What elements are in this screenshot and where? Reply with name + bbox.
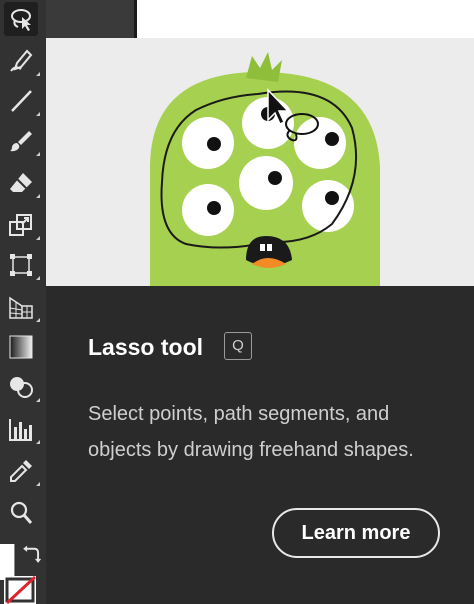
paintbrush-icon (10, 131, 32, 152)
perspective-grid-icon (9, 296, 33, 319)
zoom-icon (10, 501, 33, 524)
scale-tool-button[interactable] (4, 208, 40, 242)
submenu-indicator (36, 482, 40, 486)
tooltip-title: Lasso tool (88, 334, 204, 360)
canvas-area (137, 0, 474, 38)
paintbrush-tool-button[interactable] (4, 124, 40, 158)
submenu-indicator (36, 236, 40, 240)
free-transform-tool-button[interactable] (4, 248, 40, 282)
submenu-indicator (36, 440, 40, 444)
lasso-icon (11, 9, 31, 31)
stroke-none-icon (5, 576, 36, 604)
submenu-indicator (36, 276, 40, 280)
lasso-tool-rich-tooltip: Lasso tool Q Select points, path segment… (46, 38, 474, 604)
top-strip (46, 0, 137, 38)
swap-fill-stroke-button[interactable] (18, 542, 44, 568)
keyboard-shortcut-badge: Q (224, 332, 252, 360)
line-segment-tool-button[interactable] (4, 84, 40, 118)
fill-swatch[interactable] (0, 544, 15, 580)
submenu-indicator (36, 72, 40, 76)
lasso-tool-button[interactable] (4, 2, 38, 36)
monster-illustration (150, 52, 380, 286)
stroke-swatch[interactable] (4, 576, 36, 604)
eraser-tool-button[interactable] (4, 166, 40, 200)
curvature-pen-tool-button[interactable] (4, 44, 40, 78)
gradient-icon (9, 335, 33, 359)
submenu-indicator (36, 152, 40, 156)
tools-panel (0, 0, 46, 604)
learn-more-button[interactable]: Learn more (272, 508, 440, 558)
submenu-indicator (36, 194, 40, 198)
tooltip-illustration (46, 38, 474, 286)
swap-fill-stroke-icon (23, 545, 42, 563)
submenu-indicator (36, 112, 40, 116)
line-segment-icon (11, 90, 32, 112)
submenu-indicator (36, 318, 40, 322)
eyedropper-icon (10, 460, 32, 482)
tooltip-description: Select points, path segments, and object… (88, 403, 414, 461)
shape-builder-tool-button[interactable] (4, 370, 40, 404)
gradient-tool-button[interactable] (4, 330, 38, 364)
shape-builder-icon (10, 377, 33, 398)
free-transform-icon (10, 254, 32, 276)
scale-icon (9, 214, 32, 236)
zoom-tool-button[interactable] (4, 496, 38, 530)
curvature-pen-icon (10, 49, 33, 72)
bar-graph-icon (9, 419, 32, 441)
eyedropper-tool-button[interactable] (4, 454, 40, 488)
perspective-grid-tool-button[interactable] (4, 290, 40, 324)
column-graph-tool-button[interactable] (4, 412, 40, 446)
eraser-icon (10, 173, 32, 192)
submenu-indicator (36, 398, 40, 402)
